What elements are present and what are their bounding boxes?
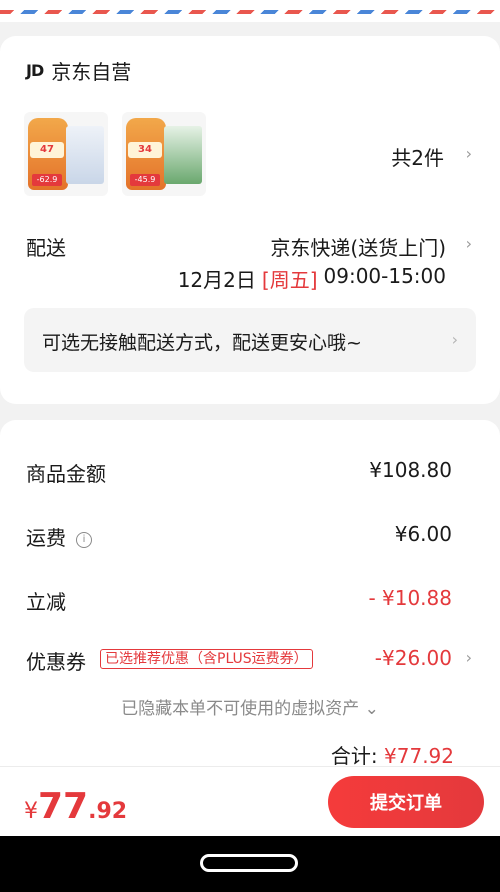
contactless-text: 可选无接触配送方式，配送更安心哦~	[42, 332, 362, 354]
shipping-fee-label: 运费	[26, 526, 66, 550]
info-icon[interactable]: i	[76, 531, 92, 548]
store-header: JD 京东自营	[26, 56, 131, 85]
home-indicator[interactable]	[200, 854, 298, 872]
currency-symbol: ¥	[24, 799, 38, 824]
delivery-method[interactable]: 京东快递(送货上门)	[270, 232, 446, 261]
delivery-weekday: [周五]	[261, 268, 318, 292]
price-tag: 47	[30, 142, 64, 158]
chevron-down-icon: ⌄	[364, 699, 379, 719]
jd-logo-icon: JD	[26, 61, 44, 80]
product-thumbnail-2[interactable]: 34 -45.9	[122, 112, 206, 196]
coupon-label: 优惠券	[26, 650, 86, 674]
total-value: ¥77.92	[384, 744, 454, 768]
submit-order-button[interactable]: 提交订单	[328, 776, 484, 828]
delivery-window: 09:00-15:00	[323, 264, 447, 288]
delivery-label: 配送	[26, 236, 66, 260]
contactless-delivery-option[interactable]: 可选无接触配送方式，配送更安心哦~ ›	[24, 308, 476, 372]
discount-value: - ¥10.88	[368, 586, 452, 610]
product-box-image	[66, 126, 104, 184]
checkout-price: ¥ 77 .92	[24, 786, 127, 827]
coupon-value[interactable]: -¥26.00	[375, 646, 452, 670]
store-name: 京东自营	[51, 60, 132, 84]
total-label: 合计:	[330, 744, 378, 768]
shipping-fee-row: 运费 i	[26, 522, 92, 551]
promo-tag: -45.9	[130, 174, 160, 186]
total-row: 合计: ¥77.92	[331, 740, 454, 769]
delivery-time[interactable]: 12月2日 [周五] 09:00-15:00	[178, 264, 446, 293]
price-decimal: .92	[88, 799, 128, 824]
chevron-right-icon[interactable]: ›	[466, 144, 472, 163]
chevron-right-icon[interactable]: ›	[466, 234, 472, 253]
price-tag: 34	[128, 142, 162, 158]
airmail-border	[0, 0, 500, 22]
price-integer: 77	[38, 786, 89, 827]
chevron-right-icon: ›	[451, 330, 458, 349]
delivery-date: 12月2日	[177, 268, 256, 292]
hidden-assets-toggle[interactable]: 已隐藏本单不可使用的虚拟资产 ⌄	[0, 694, 500, 719]
shipping-fee-value: ¥6.00	[394, 522, 452, 546]
goods-amount-value: ¥108.80	[369, 458, 452, 482]
system-navigation-bar	[0, 836, 500, 892]
product-thumbnail-1[interactable]: 47 -62.9	[24, 112, 108, 196]
goods-amount-label: 商品金额	[26, 462, 106, 486]
discount-label: 立减	[26, 590, 66, 614]
hidden-assets-text: 已隐藏本单不可使用的虚拟资产	[121, 699, 360, 719]
coupon-badge[interactable]: 已选推荐优惠（含PLUS运费券）	[100, 649, 313, 669]
chevron-right-icon[interactable]: ›	[466, 648, 472, 667]
item-count[interactable]: 共2件	[391, 142, 444, 171]
promo-tag: -62.9	[32, 174, 62, 186]
product-box-image	[164, 126, 202, 184]
